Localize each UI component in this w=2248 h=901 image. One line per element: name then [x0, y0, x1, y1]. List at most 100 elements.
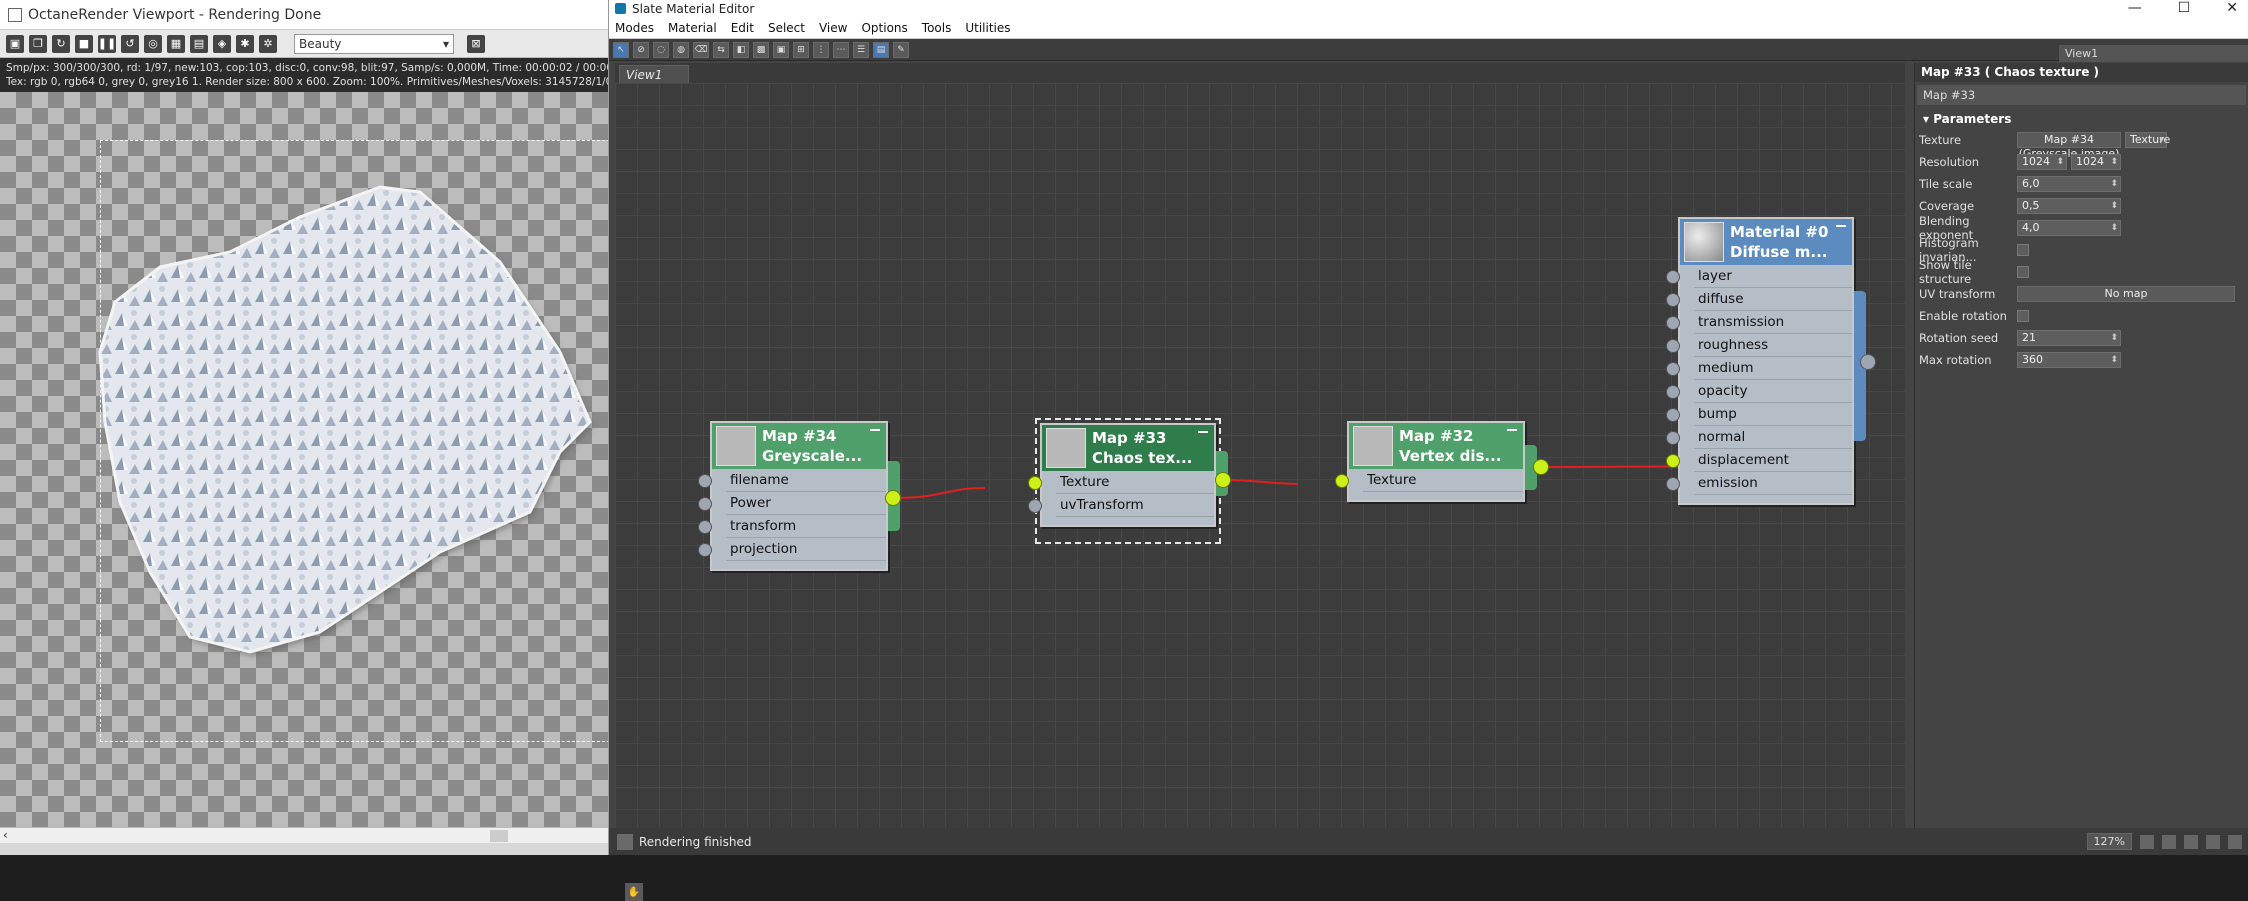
close-panel-icon[interactable]: ⊠ [467, 34, 485, 53]
show-map-icon[interactable]: ◧ [733, 41, 749, 58]
put-to-scene-icon[interactable]: ◌ [653, 41, 669, 58]
output-socket-map32[interactable] [1533, 459, 1549, 475]
input-socket-connected[interactable] [1335, 474, 1349, 488]
node-map32-vertex-displacement[interactable]: Map #32 Vertex dis... Texture [1335, 421, 1537, 502]
hide-slots-icon[interactable]: ⋯ [833, 41, 849, 58]
port-texture[interactable]: Texture [1335, 469, 1523, 492]
resolution-width-spinner[interactable]: 1024 ⬍ [2017, 154, 2067, 170]
histogram-invariance-checkbox[interactable] [2017, 244, 2029, 256]
node-header[interactable]: Map #33 Chaos tex... [1042, 425, 1214, 471]
input-socket[interactable] [698, 543, 712, 557]
texture-map-button[interactable]: Map #34 (Greyscale image) [2017, 132, 2121, 160]
menu-utilities[interactable]: Utilities [959, 21, 1018, 35]
input-socket[interactable] [698, 497, 712, 511]
port-layer[interactable]: layer [1666, 265, 1852, 288]
spinner-arrows-icon[interactable]: ⬍ [2110, 155, 2118, 169]
port-roughness[interactable]: roughness [1666, 334, 1852, 357]
object-picker-icon[interactable]: ✱ [236, 34, 254, 53]
spinner-arrows-icon[interactable]: ⬍ [2110, 177, 2118, 191]
settings-icon[interactable]: ✲ [259, 34, 277, 53]
close-icon[interactable]: ✕ [2226, 0, 2238, 16]
input-socket[interactable] [1666, 477, 1680, 491]
layout-children-icon[interactable]: ⋮ [813, 41, 829, 58]
input-socket[interactable] [1028, 499, 1042, 513]
port-power[interactable]: Power [698, 492, 886, 515]
blending-exponent-spinner[interactable]: 4,0 ⬍ [2017, 220, 2121, 236]
port-projection[interactable]: projection [698, 538, 886, 561]
restart-icon[interactable]: ↺ [121, 34, 139, 53]
scroll-left-icon[interactable]: ‹ [3, 828, 8, 842]
node-header[interactable]: Map #32 Vertex dis... [1349, 423, 1523, 469]
refresh-icon[interactable]: ↻ [52, 34, 70, 53]
select-by-material-icon[interactable]: ✎ [893, 41, 909, 58]
port-opacity[interactable]: opacity [1666, 380, 1852, 403]
port-normal[interactable]: normal [1666, 426, 1852, 449]
max-rotation-spinner[interactable]: 360 ⬍ [2017, 352, 2121, 368]
resolution-height-spinner[interactable]: 1024 ⬍ [2071, 154, 2121, 170]
menu-material[interactable]: Material [662, 21, 725, 35]
save-icon[interactable]: ▣ [6, 34, 24, 53]
port-medium[interactable]: medium [1666, 357, 1852, 380]
scroll-thumb[interactable] [490, 830, 508, 842]
spinner-arrows-icon[interactable]: ⬍ [2110, 353, 2118, 367]
material-picker-icon[interactable]: ◈ [213, 34, 231, 53]
collapse-icon[interactable] [1507, 429, 1517, 431]
show-tile-structure-checkbox[interactable] [2017, 266, 2029, 278]
select-tool-icon[interactable]: ↖ [613, 41, 629, 58]
menu-edit[interactable]: Edit [725, 21, 762, 35]
port-displacement[interactable]: displacement [1666, 449, 1852, 472]
zoom-select[interactable]: 127% [2086, 833, 2132, 850]
input-socket[interactable] [1666, 385, 1680, 399]
clone-icon[interactable]: ❐ [29, 34, 47, 53]
input-socket[interactable] [1666, 362, 1680, 376]
zoom-region-icon[interactable] [2184, 834, 2198, 849]
menu-tools[interactable]: Tools [916, 21, 960, 35]
minimize-icon[interactable]: — [2128, 0, 2142, 16]
output-socket-map34[interactable] [885, 490, 901, 506]
port-texture[interactable]: Texture [1028, 471, 1214, 494]
spinner-arrows-icon[interactable]: ⬍ [2110, 221, 2118, 235]
stop-icon[interactable]: ■ [75, 34, 93, 53]
maximize-icon[interactable]: ☐ [2178, 0, 2191, 16]
input-socket[interactable] [1666, 270, 1680, 284]
coverage-spinner[interactable]: 0,5 ⬍ [2017, 198, 2121, 214]
zoom-extents-selected-icon[interactable] [2228, 834, 2242, 849]
delete-icon[interactable]: ⌫ [693, 41, 709, 58]
rollout-parameters[interactable]: ▾ Parameters [1915, 109, 2248, 129]
input-socket[interactable] [1666, 293, 1680, 307]
port-transform[interactable]: transform [698, 515, 886, 538]
layout-all-icon[interactable]: ⊞ [793, 41, 809, 58]
pan-hand-icon[interactable]: ✋ [625, 883, 643, 901]
enable-rotation-checkbox[interactable] [2017, 310, 2029, 322]
render-canvas[interactable] [0, 92, 608, 827]
view-selector[interactable]: View1 [2059, 45, 2248, 62]
node-header[interactable]: Map #34 Greyscale... [712, 423, 886, 469]
tab-view1[interactable]: View1 [619, 65, 689, 83]
menu-options[interactable]: Options [855, 21, 915, 35]
move-children-icon[interactable]: ⇆ [713, 41, 729, 58]
material-map-navigator-icon[interactable]: ☰ [853, 41, 869, 58]
port-diffuse[interactable]: diffuse [1666, 288, 1852, 311]
focus-icon[interactable]: ◎ [144, 34, 162, 53]
pan-icon[interactable] [2140, 834, 2154, 849]
show-background-icon[interactable]: ▩ [753, 41, 769, 58]
collapse-icon[interactable] [1836, 225, 1846, 227]
port-transmission[interactable]: transmission [1666, 311, 1852, 334]
input-socket[interactable] [698, 520, 712, 534]
spinner-arrows-icon[interactable]: ⬍ [2110, 331, 2118, 345]
rotation-seed-spinner[interactable]: 21 ⬍ [2017, 330, 2121, 346]
node-map33-chaos-texture[interactable]: Map #33 Chaos tex... Texture uvTransform [1028, 423, 1228, 527]
input-socket-connected[interactable] [1666, 454, 1680, 468]
octane-horizontal-scrollbar[interactable]: ‹ [0, 827, 608, 843]
input-socket[interactable] [1666, 339, 1680, 353]
spinner-arrows-icon[interactable]: ⬍ [2056, 155, 2064, 169]
node-material0-diffuse[interactable]: Material #0 Diffuse m... layer diffuse t… [1666, 217, 1866, 505]
menu-modes[interactable]: Modes [609, 21, 662, 35]
zoom-icon[interactable] [2162, 834, 2176, 849]
assign-material-icon[interactable]: ◍ [673, 41, 689, 58]
menu-view[interactable]: View [813, 21, 855, 35]
map-name-field[interactable]: Map #33 [1917, 85, 2246, 105]
pick-material-icon[interactable]: ⊘ [633, 41, 649, 58]
zoom-extents-icon[interactable] [2206, 834, 2220, 849]
show-end-result-icon[interactable]: ▣ [773, 41, 789, 58]
